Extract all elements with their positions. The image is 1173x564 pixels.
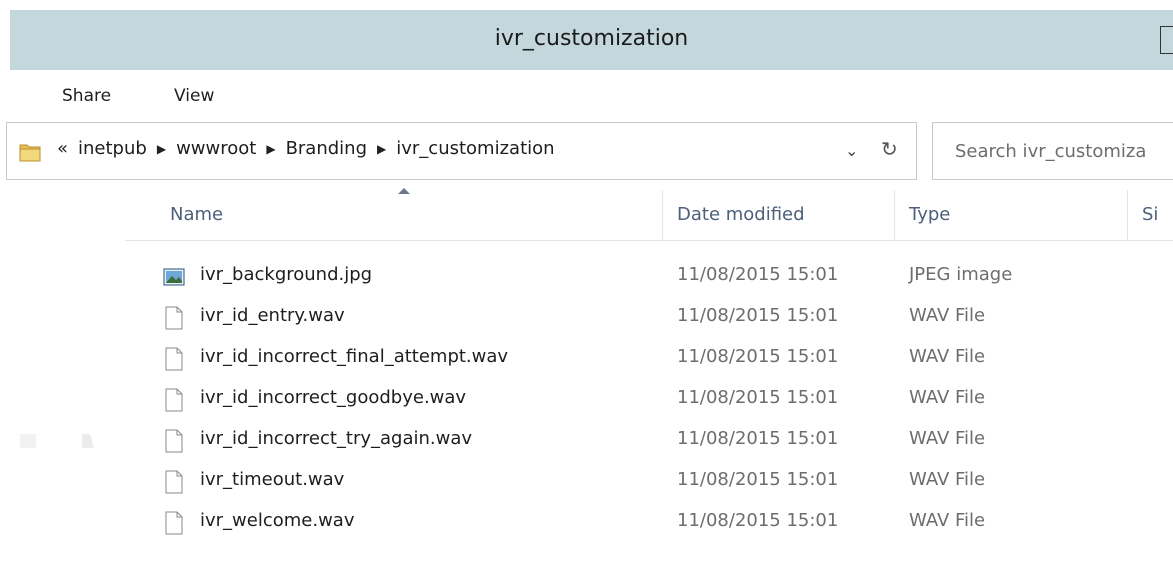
blank-file-icon: [165, 470, 183, 494]
ribbon-tabs: Share View: [0, 70, 1173, 118]
blank-file-icon: [165, 429, 183, 453]
title-bar[interactable]: ivr_customization: [10, 10, 1173, 70]
window-title: ivr_customization: [494, 26, 689, 51]
file-row[interactable]: ivr_id_incorrect_try_again.wav 11/08/201…: [125, 421, 1173, 462]
chevron-right-icon[interactable]: ▶: [377, 142, 386, 156]
window-control-button[interactable]: [1160, 26, 1173, 54]
refresh-icon[interactable]: ↻: [881, 137, 898, 161]
file-type: JPEG image: [909, 264, 1013, 285]
breadcrumb: « inetpub ▶ wwwroot ▶ Branding ▶ ivr_cus…: [57, 138, 555, 159]
breadcrumb-wwwroot[interactable]: wwwroot: [176, 138, 256, 159]
image-file-icon: [163, 268, 185, 286]
column-divider[interactable]: [1127, 190, 1128, 240]
file-row[interactable]: ivr_id_incorrect_final_attempt.wav 11/08…: [125, 339, 1173, 380]
file-row[interactable]: ivr_timeout.wav 11/08/2015 15:01 WAV Fil…: [125, 462, 1173, 503]
search-box[interactable]: [932, 122, 1173, 180]
chevron-right-icon[interactable]: ▶: [266, 142, 275, 156]
file-type: WAV File: [909, 469, 986, 490]
file-type: WAV File: [909, 510, 986, 531]
breadcrumb-ivr-customization[interactable]: ivr_customization: [396, 138, 554, 159]
file-date: 11/08/2015 15:01: [677, 305, 839, 326]
file-row[interactable]: ivr_id_incorrect_goodbye.wav 11/08/2015 …: [125, 380, 1173, 421]
column-header-type[interactable]: Type: [909, 190, 950, 240]
file-type: WAV File: [909, 346, 986, 367]
file-date: 11/08/2015 15:01: [677, 428, 839, 449]
file-date: 11/08/2015 15:01: [677, 264, 839, 285]
breadcrumb-branding[interactable]: Branding: [286, 138, 367, 159]
file-name[interactable]: ivr_id_incorrect_final_attempt.wav: [200, 346, 508, 367]
file-row[interactable]: ivr_welcome.wav 11/08/2015 15:01 WAV Fil…: [125, 503, 1173, 544]
file-type: WAV File: [909, 387, 986, 408]
file-name[interactable]: ivr_id_incorrect_goodbye.wav: [200, 387, 466, 408]
file-name[interactable]: ivr_timeout.wav: [200, 469, 344, 490]
breadcrumb-inetpub[interactable]: inetpub: [78, 138, 147, 159]
blank-file-icon: [165, 306, 183, 330]
folder-icon: [19, 144, 41, 162]
file-name[interactable]: ivr_id_incorrect_try_again.wav: [200, 428, 472, 449]
column-header-name[interactable]: Name: [170, 190, 223, 240]
chevron-right-icon[interactable]: ▶: [157, 142, 166, 156]
file-type: WAV File: [909, 305, 986, 326]
chevron-down-icon[interactable]: ⌄: [845, 141, 858, 160]
file-date: 11/08/2015 15:01: [677, 510, 839, 531]
file-date: 11/08/2015 15:01: [677, 469, 839, 490]
blank-file-icon: [165, 511, 183, 535]
file-type: WAV File: [909, 428, 986, 449]
column-header-date-modified[interactable]: Date modified: [677, 190, 805, 240]
blank-file-icon: [165, 347, 183, 371]
file-list: ivr_background.jpg 11/08/2015 15:01 JPEG…: [125, 257, 1173, 544]
sort-ascending-icon: [398, 188, 410, 194]
file-date: 11/08/2015 15:01: [677, 346, 839, 367]
column-divider[interactable]: [894, 190, 895, 240]
file-name[interactable]: ivr_welcome.wav: [200, 510, 355, 531]
search-input[interactable]: [953, 137, 1173, 165]
column-header-size[interactable]: Si: [1142, 190, 1158, 240]
tab-view[interactable]: View: [174, 86, 214, 106]
blank-file-icon: [165, 388, 183, 412]
nav-pane-fragment: [20, 434, 94, 448]
address-row: « inetpub ▶ wwwroot ▶ Branding ▶ ivr_cus…: [0, 122, 1173, 180]
file-date: 11/08/2015 15:01: [677, 387, 839, 408]
column-divider[interactable]: [662, 190, 663, 240]
breadcrumb-overflow-button[interactable]: «: [57, 138, 68, 159]
address-bar[interactable]: « inetpub ▶ wwwroot ▶ Branding ▶ ivr_cus…: [6, 122, 917, 180]
tab-share[interactable]: Share: [62, 86, 111, 106]
file-name[interactable]: ivr_background.jpg: [200, 264, 372, 285]
file-name[interactable]: ivr_id_entry.wav: [200, 305, 345, 326]
file-row[interactable]: ivr_id_entry.wav 11/08/2015 15:01 WAV Fi…: [125, 298, 1173, 339]
file-row[interactable]: ivr_background.jpg 11/08/2015 15:01 JPEG…: [125, 257, 1173, 298]
column-headers: Name Date modified Type Si: [125, 188, 1173, 241]
